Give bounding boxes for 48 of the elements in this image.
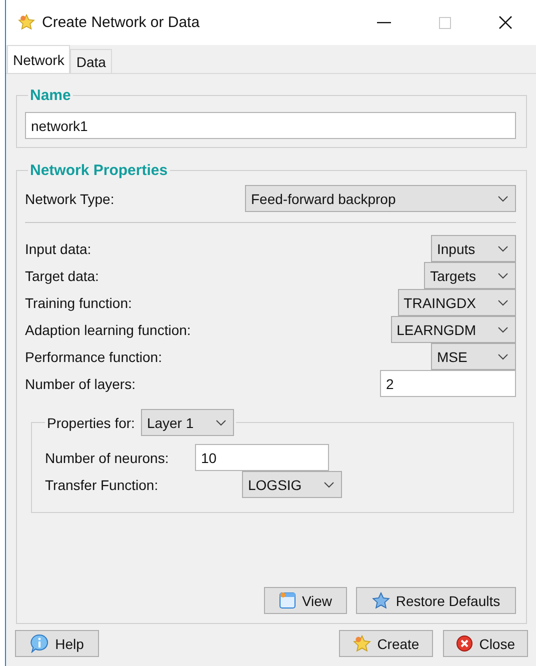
caret-icon bbox=[498, 196, 508, 202]
dropdown[interactable]: Inputs bbox=[431, 235, 516, 262]
close-icon[interactable] bbox=[499, 16, 512, 29]
dropdown[interactable]: LOGSIG bbox=[242, 471, 342, 498]
star-icon bbox=[372, 592, 390, 610]
field-label: Transfer Function: bbox=[45, 476, 158, 492]
restore-defaults-button[interactable]: Restore Defaults bbox=[356, 587, 516, 614]
name-field[interactable]: network1 bbox=[25, 112, 516, 139]
input-field[interactable]: 2 bbox=[380, 370, 516, 397]
section-title: Network Properties bbox=[30, 162, 168, 179]
minimize-icon[interactable] bbox=[377, 22, 391, 24]
info-icon bbox=[30, 634, 50, 653]
help-button[interactable]: Help bbox=[15, 630, 99, 657]
dropdown[interactable]: MSE bbox=[431, 343, 516, 370]
field-label: Performance function: bbox=[25, 348, 162, 364]
window-icon bbox=[278, 592, 296, 609]
maximize-icon bbox=[439, 16, 451, 28]
tab[interactable]: Network bbox=[7, 45, 70, 73]
close-button[interactable]: Close bbox=[443, 630, 528, 657]
caret-icon bbox=[498, 272, 508, 278]
dropdown[interactable]: Feed-forward backprop bbox=[245, 185, 516, 212]
field-label: Target data: bbox=[25, 268, 99, 284]
caret-icon bbox=[498, 300, 508, 306]
dropdown[interactable]: Targets bbox=[424, 262, 516, 289]
input-field[interactable]: 10 bbox=[195, 444, 329, 471]
field-label: Number of neurons: bbox=[45, 450, 169, 466]
section-title: Name bbox=[30, 87, 71, 104]
star-icon bbox=[18, 14, 35, 31]
field-label: Input data: bbox=[25, 240, 92, 256]
field-label: Number of layers: bbox=[25, 376, 136, 392]
tab[interactable]: Data bbox=[70, 49, 112, 73]
field-label: Properties for: bbox=[47, 414, 135, 430]
dropdown[interactable]: Layer 1 bbox=[140, 409, 234, 436]
caret-icon bbox=[498, 246, 508, 252]
field-label: Adaption learning function: bbox=[25, 322, 191, 338]
create-button[interactable]: Create bbox=[339, 630, 434, 657]
caret-icon bbox=[498, 354, 508, 360]
field-label: Training function: bbox=[25, 294, 132, 310]
field-label: Network Type: bbox=[25, 190, 114, 206]
caret-icon bbox=[498, 326, 508, 332]
cancel-icon bbox=[456, 635, 474, 652]
dropdown[interactable]: LEARNGDM bbox=[390, 316, 516, 343]
window-title: Create Network or Data bbox=[42, 14, 201, 31]
dropdown[interactable]: TRAINGDX bbox=[398, 289, 516, 316]
star-icon bbox=[353, 634, 372, 652]
view-button[interactable]: View bbox=[264, 587, 347, 614]
caret-icon bbox=[324, 482, 334, 488]
caret-icon bbox=[216, 420, 226, 426]
